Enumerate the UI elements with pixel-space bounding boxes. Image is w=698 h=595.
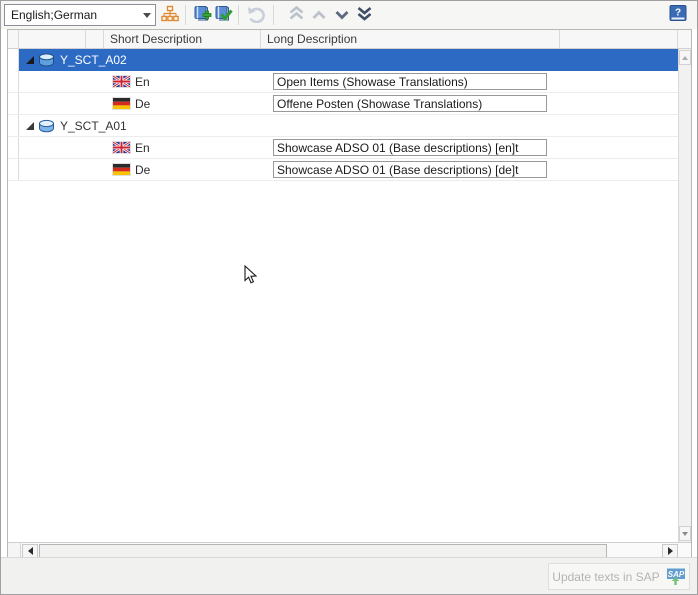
book-check-icon [214,5,233,26]
language-code: En [135,141,150,155]
toolbar-separator [185,5,186,25]
long-description-input[interactable] [273,161,547,178]
germany-flag-icon [113,164,130,175]
triangle-left-icon [28,547,33,555]
double-chevron-up-icon [288,6,305,24]
double-chevron-down-icon [356,6,373,24]
toolbar-separator [273,5,274,25]
row-indicator[interactable] [8,71,19,92]
node-name: Y_SCT_A02 [60,53,127,67]
update-button-label: Update texts in SAP [552,570,659,584]
scroll-down-button[interactable] [679,526,691,541]
database-cylinder-icon [38,119,55,133]
language-row[interactable]: De [8,93,678,115]
column-header-spacer[interactable] [86,30,104,48]
toolbar: English;German [1,1,697,29]
scroll-up-button[interactable] [679,50,691,65]
chevron-down-icon [334,8,350,23]
undo-button[interactable] [244,3,268,27]
language-row[interactable]: En [8,137,678,159]
language-code: De [135,163,150,177]
sap-upload-icon: SAP [666,568,686,586]
header-corner [678,30,691,48]
triangle-up-icon [682,56,688,60]
mouse-cursor [244,265,257,288]
column-header-indicator[interactable] [8,30,19,48]
language-code: De [135,97,150,111]
help-book-icon: ? [668,12,689,27]
vertical-scrollbar[interactable] [678,49,691,542]
language-pair-value: English;German [11,8,143,22]
svg-text:?: ? [675,8,681,19]
row-indicator[interactable] [8,93,19,114]
book-add-icon [193,5,212,26]
grid-rows: Y_SCT_A02 En [8,49,678,542]
apply-dictionary-button[interactable] [211,3,235,27]
chevron-up-icon [311,8,327,23]
org-chart-icon [161,5,179,26]
triangle-right-icon [668,547,673,555]
svg-text:SAP: SAP [667,569,684,578]
database-cylinder-icon [38,53,55,67]
long-description-input[interactable] [273,95,547,112]
language-row[interactable]: De [8,159,678,181]
go-previous-button[interactable] [307,3,331,27]
update-texts-button[interactable]: Update texts in SAP SAP [548,563,690,590]
collapse-node-icon[interactable] [26,122,34,130]
tree-node-row[interactable]: Y_SCT_A02 [8,49,678,71]
row-indicator[interactable] [8,159,19,180]
triangle-down-icon [682,532,688,536]
go-next-button[interactable] [330,3,354,27]
help-button[interactable]: ? [668,4,689,24]
language-row[interactable]: En [8,71,678,93]
language-pair-combo[interactable]: English;German [4,4,156,26]
uk-flag-icon [113,76,130,87]
long-description-input[interactable] [273,73,547,90]
chevron-down-icon [143,13,151,18]
row-indicator[interactable] [8,49,19,71]
translation-editor-window: English;German [0,0,698,595]
long-description-input[interactable] [273,139,547,156]
toolbar-separator [238,5,239,25]
language-code: En [135,75,150,89]
footer-bar: Update texts in SAP SAP [1,557,697,594]
column-header-tree[interactable] [19,30,86,48]
collapse-node-icon[interactable] [26,56,34,64]
germany-flag-icon [113,98,130,109]
scroll-right-button[interactable] [662,544,678,558]
horizontal-scroll-thumb[interactable] [39,544,607,558]
undo-icon [246,5,266,26]
grid-header: Short Description Long Description [8,30,691,49]
scroll-left-button[interactable] [22,544,38,558]
column-header-short-description[interactable]: Short Description [104,30,261,48]
uk-flag-icon [113,142,130,153]
row-indicator[interactable] [8,137,19,158]
hierarchy-view-button[interactable] [158,3,182,27]
row-indicator[interactable] [8,115,19,136]
tree-node-row[interactable]: Y_SCT_A01 [8,115,678,137]
node-name: Y_SCT_A01 [60,119,127,133]
go-last-button[interactable] [352,3,376,27]
column-header-empty[interactable] [560,30,678,48]
column-header-long-description[interactable]: Long Description [261,30,560,48]
go-first-button[interactable] [284,3,308,27]
translation-grid: Short Description Long Description Y_ [7,29,692,559]
